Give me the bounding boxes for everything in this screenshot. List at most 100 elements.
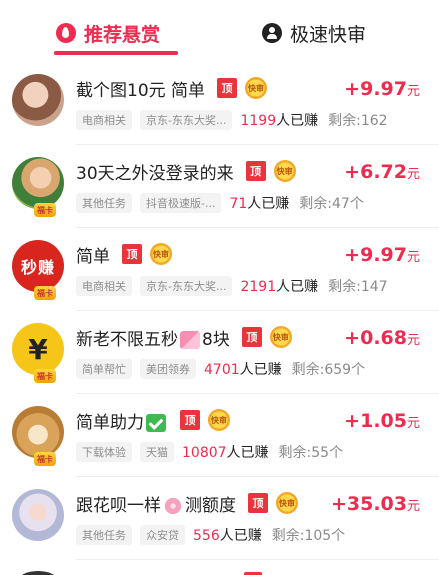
task-reward: +35.03元 <box>331 493 420 515</box>
task-category-tag: 其他任务 <box>76 193 132 213</box>
task-category-tag: 其他任务 <box>76 525 132 545</box>
task-category-tag: 简单帮忙 <box>76 359 132 379</box>
earned-count: 1199人已赚 <box>240 110 318 130</box>
avatar-text: 秒赚 <box>20 258 55 277</box>
task-reward: +9.97元 <box>344 244 420 266</box>
reward-amount: 35.03 <box>346 493 407 515</box>
task-row[interactable]: 秒赚 福卡 简单 顶 快审 +9.97元 电商相关 京东-东东大奖... 219… <box>0 228 439 311</box>
remaining-count: 剩余:55个 <box>278 445 344 461</box>
task-title: 新老不限五秒 8块 <box>76 325 230 350</box>
task-platform-tag: 众安贷 <box>140 525 185 545</box>
task-row[interactable]: 福卡 30天之外没登录的来 顶 快审 +6.72元 其他任务 抖音极速版-...… <box>0 145 439 228</box>
task-category-tag: 下载体验 <box>76 442 132 462</box>
reward-prefix: + <box>344 161 361 183</box>
earned-number: 10807 <box>182 445 227 461</box>
tab-bar: 推荐悬赏 极速快审 <box>0 0 439 62</box>
top-badge: 顶 <box>122 244 142 264</box>
fast-review-badge: 快审 <box>208 409 230 431</box>
gift-icon <box>180 330 200 349</box>
task-meta: 电商相关 京东-东东大奖... 1199人已赚 剩余:162 <box>76 109 439 131</box>
person-icon <box>262 23 282 43</box>
task-title: 简单助力 <box>76 408 168 433</box>
fast-review-badge: 快审 <box>269 326 292 348</box>
task-meta: 简单帮忙 美团领券 4701人已赚 剩余:659个 <box>76 358 439 380</box>
tab-recommended-bounty[interactable]: 推荐悬赏 <box>56 18 160 48</box>
reward-amount: 0.68 <box>360 327 407 349</box>
fast-review-badge: 快审 <box>245 77 268 99</box>
task-avatar: ¥ <box>12 323 64 375</box>
reward-unit: 元 <box>406 499 420 514</box>
reward-amount: 9.97 <box>360 244 407 266</box>
remaining-count: 剩余:105个 <box>271 528 346 544</box>
task-platform-tag: 京东-东东大奖... <box>140 276 233 296</box>
task-reward: +6.72元 <box>344 161 420 183</box>
task-reward: +9.97元 <box>344 78 420 100</box>
avatar-tag: 福卡 <box>34 369 56 383</box>
avatar-tag: 福卡 <box>34 452 56 466</box>
task-title-text: 新老不限五秒 <box>76 329 178 350</box>
reward-unit: 元 <box>406 167 420 182</box>
task-category-tag: 电商相关 <box>76 276 132 296</box>
task-row[interactable]: 福卡 简单助力 顶 快审 +1.05元 下载体验 天猫 10807人已赚 剩余:… <box>0 394 439 477</box>
earned-number: 71 <box>229 196 248 212</box>
task-title-line: 截个图10元 简单 顶 快审 <box>76 76 268 101</box>
tab-label: 极速快审 <box>290 23 367 46</box>
avatar-tag: 福卡 <box>34 286 56 300</box>
tab-fast-review[interactable]: 极速快审 <box>262 18 366 48</box>
task-title: 截个图10元 简单 <box>76 80 206 101</box>
task-platform-tag: 美团领券 <box>140 359 196 379</box>
task-title-text: 简单助力 <box>76 412 144 433</box>
reward-amount: 6.72 <box>360 161 407 183</box>
task-avatar <box>12 406 64 458</box>
earned-count: 4701人已赚 <box>204 359 282 379</box>
task-title-text: 跟花呗一样 <box>76 495 161 516</box>
task-reward: +1.05元 <box>344 410 420 432</box>
reward-amount: 9.97 <box>360 78 407 100</box>
fast-review-badge: 快审 <box>273 160 296 182</box>
active-tab-indicator <box>54 51 178 55</box>
earned-suffix: 人已赚 <box>276 113 319 129</box>
earned-number: 556 <box>193 528 220 544</box>
task-meta: 其他任务 抖音极速版-... 71人已赚 剩余:47个 <box>76 192 439 214</box>
task-row[interactable]: ¥ 福卡 新老不限五秒 8块 顶 快审 +0.68元 简单帮忙 美团领券 4701… <box>0 311 439 394</box>
remaining-count: 剩余:162 <box>328 113 388 129</box>
earned-number: 4701 <box>204 362 240 378</box>
task-platform-tag: 抖音极速版-... <box>140 193 222 213</box>
task-platform-tag: 天猫 <box>140 442 174 462</box>
next-row-peek <box>0 563 439 575</box>
task-row[interactable]: 截个图10元 简单 顶 快审 +9.97元 电商相关 京东-东东大奖... 11… <box>0 62 439 145</box>
earned-suffix: 人已赚 <box>219 528 262 544</box>
task-title-text-end: 测额度 <box>185 495 236 516</box>
task-avatar <box>12 489 64 541</box>
yen-icon: ¥ <box>28 332 48 366</box>
fast-review-badge: 快审 <box>150 243 172 265</box>
task-avatar <box>12 74 64 126</box>
remaining-count: 剩余:47个 <box>299 196 364 212</box>
task-avatar <box>12 157 64 209</box>
task-list: 截个图10元 简单 顶 快审 +9.97元 电商相关 京东-东东大奖... 11… <box>0 62 439 560</box>
top-badge: 顶 <box>248 493 268 513</box>
top-badge: 顶 <box>180 410 200 430</box>
remaining-count: 剩余:659个 <box>291 362 366 378</box>
reward-unit: 元 <box>406 416 420 431</box>
earned-suffix: 人已赚 <box>226 445 269 461</box>
top-badge: 顶 <box>241 327 262 347</box>
tab-label: 推荐悬赏 <box>84 23 161 46</box>
task-meta: 电商相关 京东-东东大奖... 2191人已赚 剩余:147 <box>76 275 439 297</box>
earned-count: 2191人已赚 <box>240 276 318 296</box>
task-title-line: 跟花呗一样 测额度 顶 快审 <box>76 491 298 516</box>
earned-count: 71人已赚 <box>229 193 289 213</box>
reward-prefix: + <box>344 244 361 266</box>
task-meta: 下载体验 天猫 10807人已赚 剩余:55个 <box>76 441 439 463</box>
task-row[interactable]: 跟花呗一样 测额度 顶 快审 +35.03元 其他任务 众安贷 556人已赚 剩余… <box>0 477 439 560</box>
task-title: 简单 <box>76 246 110 267</box>
task-title-line: 简单助力 顶 快审 <box>76 408 230 433</box>
task-title-line: 简单 顶 快审 <box>76 242 172 267</box>
earned-count: 556人已赚 <box>193 525 262 545</box>
task-title-line: 30天之外没登录的来 顶 快审 <box>76 159 296 184</box>
reward-prefix: + <box>344 410 361 432</box>
task-platform-tag: 京东-东东大奖... <box>140 110 233 130</box>
task-meta: 其他任务 众安贷 556人已赚 剩余:105个 <box>76 524 439 546</box>
reward-prefix: + <box>344 327 361 349</box>
flower-icon <box>163 496 183 515</box>
